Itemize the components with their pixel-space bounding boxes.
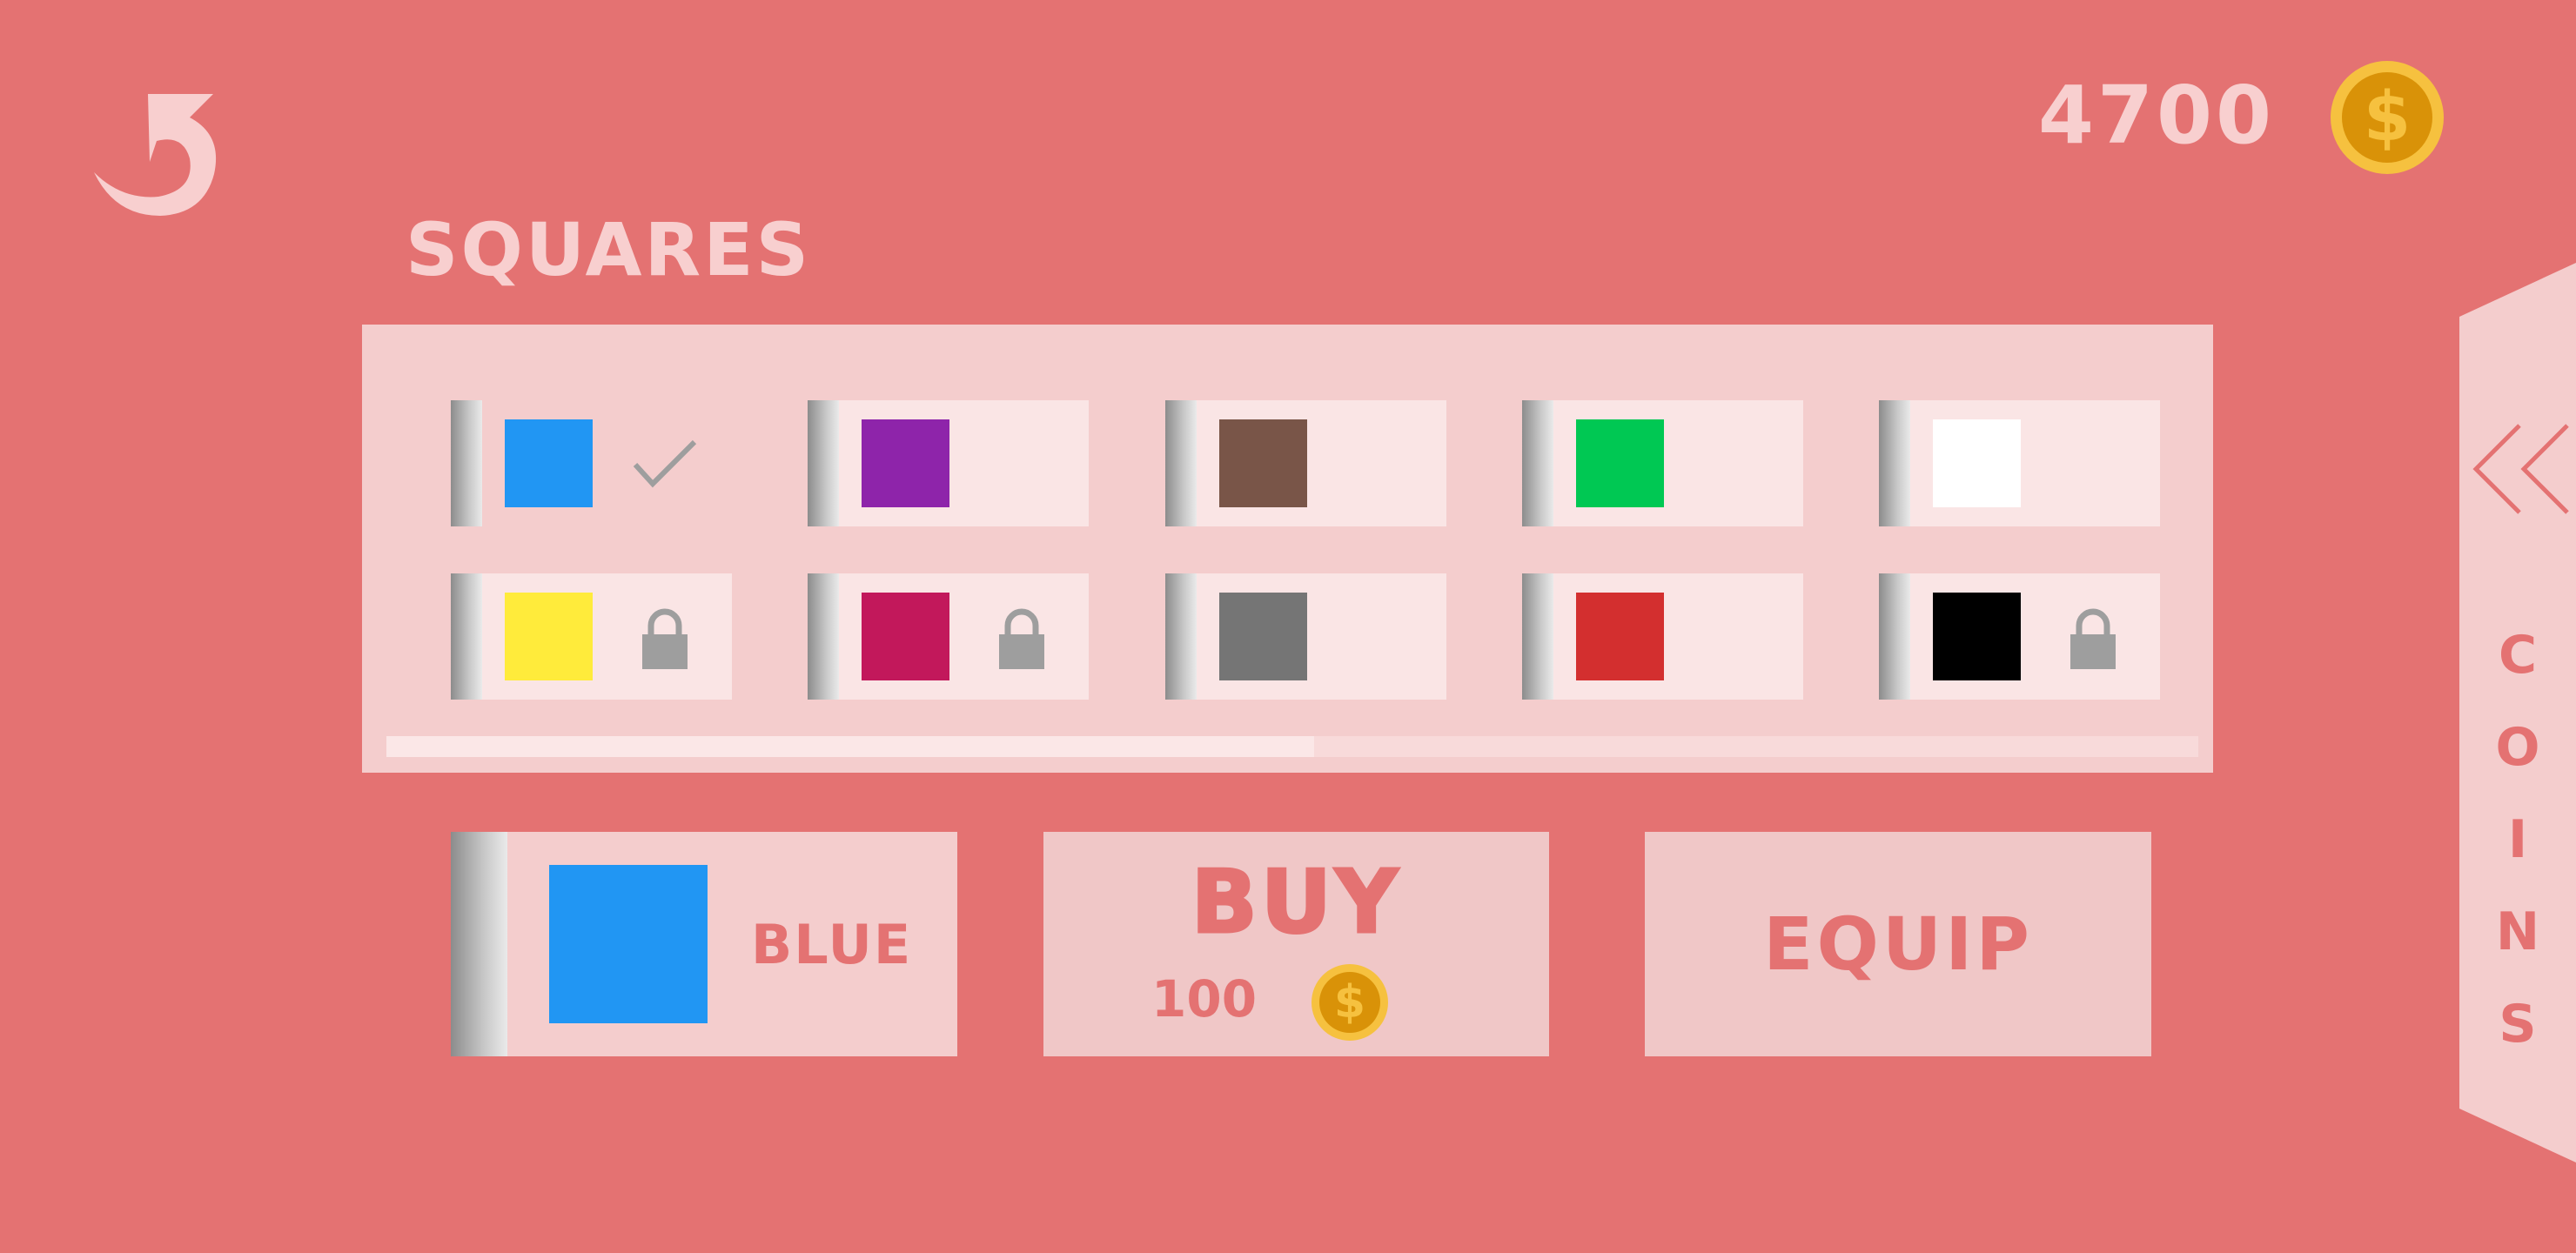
color-swatch-magenta — [862, 593, 949, 680]
back-arrow-icon — [94, 94, 217, 216]
item-bar — [451, 400, 482, 526]
item-yellow[interactable] — [451, 573, 732, 700]
item-purple[interactable] — [808, 400, 1089, 526]
item-gray[interactable] — [1165, 573, 1446, 700]
coins-tab-label: C O I N S — [2495, 625, 2540, 1055]
item-bar — [808, 400, 839, 526]
item-red[interactable] — [1522, 573, 1803, 700]
item-bar — [451, 832, 507, 1056]
color-swatch-black — [1933, 593, 2021, 680]
item-blue[interactable] — [451, 400, 732, 526]
check-icon — [633, 439, 697, 488]
color-swatch-yellow — [505, 593, 593, 680]
lock-icon — [999, 608, 1044, 669]
coin-icon: $ — [2331, 61, 2444, 174]
items-panel — [362, 325, 2213, 773]
buy-price: 100 — [1151, 969, 1258, 1029]
item-bar — [1522, 573, 1553, 700]
lock-icon — [2070, 608, 2116, 669]
item-white[interactable] — [1879, 400, 2160, 526]
category-title: SQUARES — [406, 207, 812, 292]
item-bar — [1879, 573, 1910, 700]
scrollbar-thumb[interactable] — [386, 736, 1314, 757]
item-bar — [1165, 573, 1197, 700]
color-swatch-red — [1576, 593, 1664, 680]
item-bar — [1165, 400, 1197, 526]
coin-balance: 4700 — [2037, 69, 2275, 162]
item-bar — [1522, 400, 1553, 526]
item-black[interactable] — [1879, 573, 2160, 700]
item-bar — [808, 573, 839, 700]
equip-button[interactable]: EQUIP — [1645, 832, 2151, 1056]
color-swatch-white — [1933, 419, 2021, 507]
color-swatch-brown — [1219, 419, 1307, 507]
item-magenta[interactable] — [808, 573, 1089, 700]
double-chevron-left-icon[interactable] — [2472, 421, 2576, 517]
selected-item-name: BLUE — [751, 913, 913, 976]
selected-item-preview: BLUE — [451, 832, 957, 1056]
item-green[interactable] — [1522, 400, 1803, 526]
item-bar — [451, 573, 482, 700]
selected-color-swatch — [549, 865, 708, 1023]
back-button[interactable] — [87, 87, 226, 226]
color-swatch-gray — [1219, 593, 1307, 680]
buy-label: BUY — [1190, 850, 1402, 955]
item-bar — [1879, 400, 1910, 526]
color-swatch-green — [1576, 419, 1664, 507]
coin-icon: $ — [1311, 964, 1388, 1041]
buy-button[interactable]: BUY 100 $ — [1043, 832, 1549, 1056]
item-brown[interactable] — [1165, 400, 1446, 526]
equip-label: EQUIP — [1763, 901, 2033, 987]
color-swatch-purple — [862, 419, 949, 507]
color-swatch-blue — [505, 419, 593, 507]
lock-icon — [642, 608, 688, 669]
